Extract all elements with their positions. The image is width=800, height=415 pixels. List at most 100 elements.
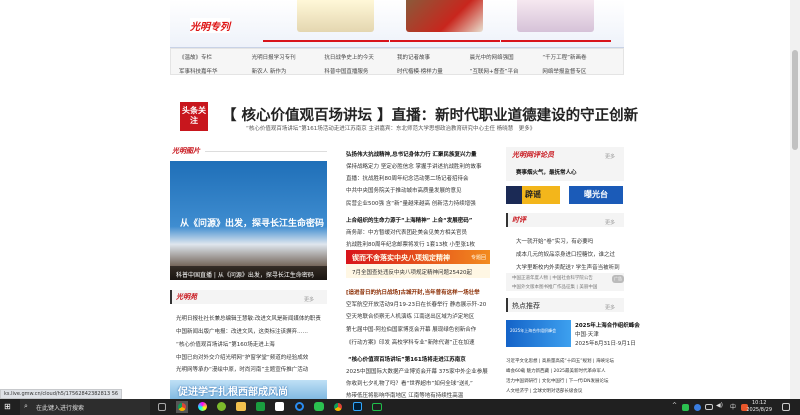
ad-link[interactable]: 中国社会科学院公告: [552, 276, 593, 281]
quick-link[interactable]: 科普中国直播服务: [324, 67, 397, 75]
wechat-icon[interactable]: [314, 402, 324, 411]
quick-link[interactable]: 网络举报监督专区: [542, 67, 615, 75]
news-item[interactable]: 7月全国查处违反中央八项规定精神问题25420起: [346, 264, 490, 278]
search-app-icon[interactable]: [295, 402, 304, 411]
list-item[interactable]: 光明网等承办“漫绘中原，时尚河南”主题宣传推广活动: [176, 365, 308, 373]
screen-app-icon[interactable]: [372, 403, 382, 411]
tray-chevron-icon[interactable]: ^: [672, 402, 677, 409]
news-item[interactable]: 抗战胜利80周年纪念邮票将发行 1套13枚 小型张1枚: [346, 240, 475, 248]
hot-link[interactable]: 2025最美新时代革命军人: [554, 369, 606, 374]
rumor-button[interactable]: 辟谣: [506, 186, 560, 204]
quick-links-grid: 《温故》专栏 光明日报学习专刊 抗日战争史上的今天 我的记者故事 晨光中的网络强…: [170, 48, 624, 75]
feature-image[interactable]: 从《问源》出发，探寻长江生命密码 科普中国直播 | 从《问源》出发，探寻长江生命…: [170, 161, 327, 280]
expose-button[interactable]: 曝光台: [569, 186, 623, 204]
banner-logo[interactable]: 光明专列: [190, 18, 230, 33]
quick-link[interactable]: “千万工程”新画卷: [542, 53, 615, 61]
news-item[interactable]: 空天地联合侦察无人机演练 江南送出区域为泸定地区: [346, 312, 474, 320]
topic-link[interactable]: 专题回: [471, 254, 486, 261]
eight-rules-banner[interactable]: 锲而不舍落实中央八项规定精神 专题回: [346, 250, 490, 264]
quick-link[interactable]: 新农人 新作为: [252, 67, 325, 75]
commentary-item[interactable]: 大一就开始“卷”实习，有必要吗: [516, 237, 593, 245]
headline-subtitle[interactable]: “核心价值观百场讲坛”第161场活动走进江苏南京 主讲嘉宾：东北师范大学思想政治…: [246, 124, 535, 132]
news-item[interactable]: 直播：抗战胜利80周年纪念活动第二场记者招待会: [346, 174, 469, 182]
gmw-app-icon[interactable]: [275, 402, 284, 411]
news-item[interactable]: 民营企业500强 含“新”量越来越高 创新活力持续增强: [346, 199, 476, 207]
hot-link[interactable]: 全球文明对话部长级会议: [533, 389, 583, 394]
bottom-banner[interactable]: 促进学子扎根西部成风尚: [170, 380, 327, 400]
hot-link[interactable]: 海峡论坛: [596, 359, 614, 364]
more-link[interactable]: 更多: [605, 219, 615, 226]
browser-icon[interactable]: [198, 402, 207, 411]
hot-link[interactable]: 下一代IDN发展论坛: [569, 379, 609, 384]
hot-link[interactable]: 高质量高成“十四五”规划: [542, 359, 592, 364]
volume-icon[interactable]: ◀): [716, 402, 723, 409]
quick-link[interactable]: 军事科技嘉年华: [179, 67, 252, 75]
notification-icon[interactable]: [782, 403, 790, 411]
ad-link[interactable]: 中国外文版本图书推广作品征集: [512, 285, 575, 290]
news-item[interactable]: 上合组织的生命力源于“上海精神” 上合“发展密码”: [346, 216, 472, 224]
commentary-item[interactable]: 大学里断校内外卖配送? 学生声音当被听到: [516, 263, 620, 271]
news-item[interactable]: 你收到七夕礼物了吗？看“世界超市”如何全球“送礼”: [346, 379, 473, 387]
banner-thumb-values[interactable]: [297, 0, 374, 32]
taskbar-search[interactable]: 在此键入进行搜索: [20, 399, 150, 415]
headline-title[interactable]: 【 核心价值观百场讲坛 】直播：新时代职业道德建设的守正创新: [222, 104, 638, 125]
news-item[interactable]: 保持战略定力 坚定必胜信念 掌握手讲述抗战胜利的故事: [346, 162, 482, 170]
ad-link[interactable]: 中国正道年度人物: [512, 276, 548, 281]
quick-link[interactable]: 抗日战争史上的今天: [324, 53, 397, 61]
360-icon[interactable]: [217, 402, 226, 411]
promo-title[interactable]: 2025年上海合作组织峰会: [575, 321, 640, 329]
news-item[interactable]: 热带低压将影响华南地区 江南等地有持续性高温: [346, 391, 463, 399]
ime-indicator[interactable]: 中: [730, 402, 736, 411]
news-item[interactable]: 《行动方案》印发 高校学科专业“新陈代谢”正在加速: [346, 338, 474, 346]
quick-link[interactable]: 晨光中的网络强国: [470, 53, 543, 61]
tray-wechat-icon[interactable]: [682, 404, 689, 411]
ad-link[interactable]: 美丽中国: [579, 285, 597, 290]
hot-link[interactable]: 文化中国行: [542, 379, 565, 384]
banner-thumb-80[interactable]: [406, 0, 483, 32]
list-item[interactable]: 光明日报社社长兼总编辑王慧敏:改进文风是新闻媒体的职责: [176, 314, 321, 322]
clock-date: 2025/8/29: [746, 407, 772, 413]
news-item[interactable]: “核心价值观百场讲坛”第161场将走进江苏南京: [348, 355, 466, 363]
commentary-item[interactable]: 赛事烟火气，最抚常人心: [516, 168, 577, 176]
quick-link[interactable]: “互联网+督查”平台: [470, 67, 543, 75]
hot-link[interactable]: 峰会60载 魅力新西藏: [506, 369, 549, 374]
banner-thumb-3[interactable]: [517, 0, 594, 32]
news-item[interactable]: 弘扬伟大抗战精神,总书记身体力行 汇聚民族复兴力量: [346, 150, 477, 158]
hot-link[interactable]: 活力中国调研行: [506, 379, 538, 384]
news-item[interactable]: [追进昔日的抗日战场]古城开封,当年曾有这样一场壮举: [346, 288, 480, 296]
list-item[interactable]: 中国新闻出版广电报：改进文风，这类标注该摒弃……: [176, 327, 308, 335]
quick-link[interactable]: 我的记者故事: [397, 53, 470, 61]
task-view-icon[interactable]: [158, 403, 166, 411]
more-link[interactable]: 更多: [605, 153, 615, 160]
list-item[interactable]: 中国已向对外交介绍光明网“护窗学堂”频道的经验成效: [176, 353, 308, 361]
hot-link[interactable]: 人文经济学: [506, 389, 529, 394]
taskbar-clock[interactable]: 10:12 2025/8/29: [746, 400, 772, 414]
photoshop-icon[interactable]: [353, 402, 362, 411]
network-icon[interactable]: [705, 404, 713, 410]
news-item[interactable]: 空军航空开放活动9月19-23日在长春举行 静态展示歼-20: [346, 300, 486, 308]
search-placeholder: 在此键入进行搜索: [36, 405, 85, 412]
divider: [501, 40, 611, 42]
news-item[interactable]: 第七届中国-阿拉伯国家博览会开幕 展现绿色创新合作: [346, 325, 476, 333]
feature-image-caption[interactable]: 科普中国直播 | 从《问源》出发，探寻长江生命密码: [170, 266, 327, 280]
file-explorer-icon[interactable]: [236, 402, 246, 411]
list-item[interactable]: “核心价值观百场讲坛”第160场走进上海: [176, 340, 275, 348]
promo-image[interactable]: 2025年上海合作组织峰会: [506, 320, 571, 347]
chrome-icon[interactable]: [178, 403, 186, 411]
quick-link[interactable]: 《温故》专栏: [179, 53, 252, 61]
page-scrollbar[interactable]: [790, 0, 800, 399]
windows-start-icon[interactable]: ⊞: [4, 401, 16, 413]
tray-app-icon[interactable]: [694, 404, 701, 411]
news-item[interactable]: 2025中国国际大数据产业博览会开幕 375家中外企业参展: [346, 367, 488, 375]
news-item[interactable]: 商务部：中方暂缓对代表团赴美会见美方相关官员: [346, 228, 467, 236]
more-link[interactable]: 更多: [605, 304, 615, 311]
h-app-icon[interactable]: [256, 402, 265, 411]
quick-link[interactable]: 光明日报学习专刊: [252, 53, 325, 61]
commentary-item[interactable]: 成本几元的奴品凉身进口控糖饮，谁之过: [516, 250, 615, 258]
scrollbar-thumb[interactable]: [792, 50, 798, 150]
quick-link[interactable]: 时代楷模·榜样力量: [397, 67, 470, 75]
chrome-icon-2[interactable]: [334, 403, 342, 411]
hot-link[interactable]: 习近平文化思想: [506, 359, 538, 364]
more-link[interactable]: 更多: [304, 296, 314, 303]
news-item[interactable]: 中共中央国务院关于推动城市高质量发展的意见: [346, 186, 462, 194]
